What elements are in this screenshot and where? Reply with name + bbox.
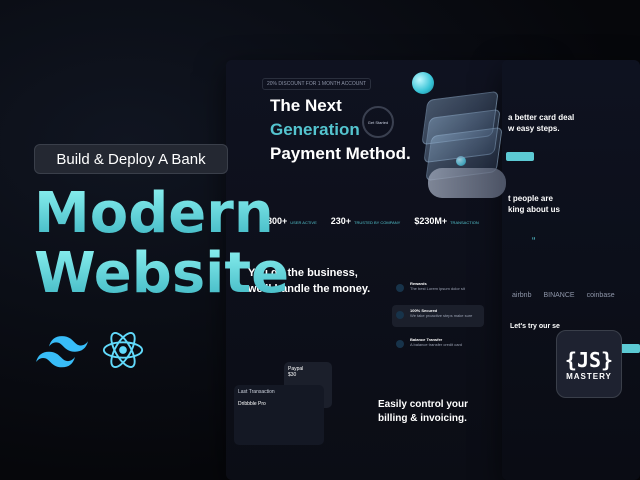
shield-icon <box>396 311 404 319</box>
title-line-1: Modern <box>34 181 274 246</box>
get-started-button[interactable]: Get Started <box>362 106 394 138</box>
js-mastery-logo: {JS} MASTERY <box>556 330 622 398</box>
cta-heading: Let's try our se <box>510 323 560 330</box>
stat-companies: 230+ TRUSTED BY COMPANY <box>330 216 401 226</box>
subtitle-tag: Build & Deploy A Bank <box>34 144 228 174</box>
last-transaction-card: Last Transaction Dribbble Pro <box>234 385 324 445</box>
stat-transactions: $230M+ TRANSACTION <box>414 216 479 226</box>
binance-logo: BINANCE <box>543 292 575 299</box>
react-icon <box>102 332 144 368</box>
card-stack-illustration <box>418 90 503 182</box>
cta-button[interactable] <box>620 344 640 353</box>
coinbase-logo: coinbase <box>586 292 615 299</box>
send-icon <box>396 340 404 348</box>
star-icon <box>396 284 404 292</box>
robot-hand-illustration <box>428 168 506 198</box>
feature-secured[interactable]: 100% Secured We take proactive steps make… <box>392 305 484 327</box>
card-deal-heading: a better card deal w easy steps. <box>508 113 575 133</box>
stats-row: 3800+ USER ACTIVE 230+ TRUSTED BY COMPANY … <box>262 216 479 226</box>
discount-badge: 20% DISCOUNT FOR 1 MONTH ACCOUNT <box>262 78 372 90</box>
testimonials-heading: t people are king about us <box>508 194 560 214</box>
feature-balance-transfer[interactable]: Balance Transfer A balance transfer credi… <box>392 334 484 356</box>
tailwind-icon <box>36 336 88 368</box>
title-line-2: Website <box>34 241 290 306</box>
quote-icon: “ <box>532 236 536 247</box>
feature-rewards[interactable]: Rewards The best Lorem ipsum dolor sit <box>392 278 484 300</box>
get-started-small-button[interactable] <box>506 152 534 161</box>
billing-heading: Easily control your billing & invoicing. <box>378 399 469 424</box>
client-logos: airbnb BINANCE coinbase <box>512 292 615 299</box>
airbnb-logo: airbnb <box>512 292 532 299</box>
